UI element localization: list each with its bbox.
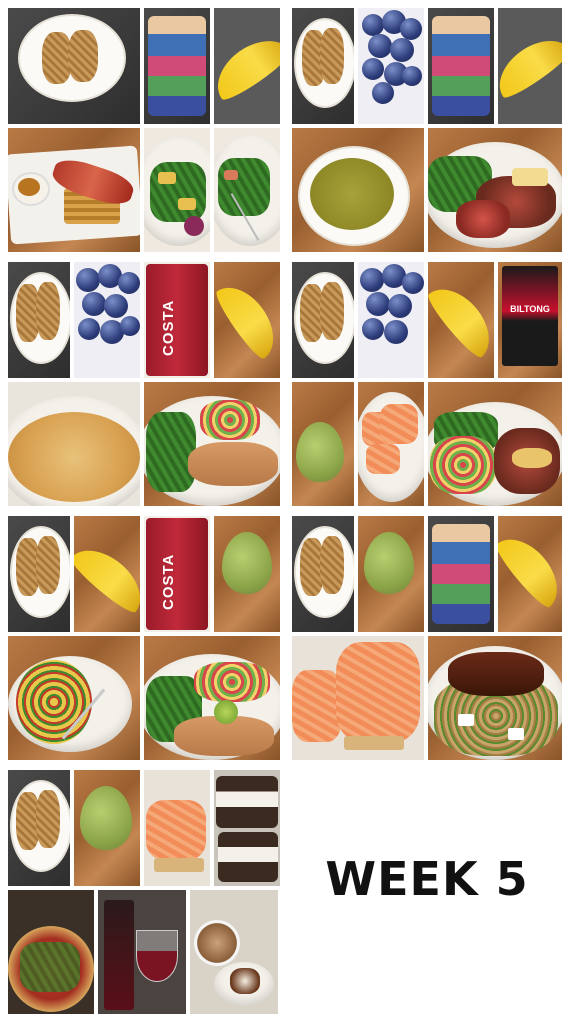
photo-steak-salsa-greens bbox=[428, 382, 562, 506]
photo-porridge-bowl bbox=[292, 516, 354, 632]
photo-pizza-restaurant bbox=[8, 890, 94, 1014]
photo-waffles-bacon bbox=[8, 128, 140, 252]
photo-omelette bbox=[8, 382, 140, 506]
photo-fish-broccoli-salsa bbox=[144, 382, 280, 506]
photo-porridge-bowl bbox=[8, 516, 70, 632]
photo-porridge-bowl bbox=[8, 770, 70, 886]
photo-banana bbox=[214, 262, 280, 378]
photo-stir-fry-vegetables bbox=[144, 128, 210, 252]
photo-pear bbox=[292, 382, 354, 506]
photo-pear bbox=[74, 770, 140, 886]
photo-porridge-bowl bbox=[8, 8, 140, 124]
photo-smoked-salmon bbox=[144, 770, 210, 886]
photo-red-wine bbox=[98, 890, 186, 1014]
photo-banana bbox=[498, 516, 562, 632]
biltong-label: BILTONG bbox=[510, 304, 550, 314]
photo-cappuccino-dessert bbox=[190, 890, 278, 1014]
photo-porridge-bowl bbox=[292, 8, 354, 124]
costa-label: COSTA bbox=[160, 553, 177, 610]
photo-salmon-crackers bbox=[358, 382, 424, 506]
week-title: WEEK 5 bbox=[325, 852, 529, 906]
photo-mug bbox=[144, 8, 210, 124]
photo-fish-broccoli-salsa bbox=[144, 636, 280, 760]
photo-pear bbox=[358, 516, 424, 632]
photo-blueberries bbox=[358, 8, 424, 124]
photo-steak-green-beans bbox=[428, 128, 562, 252]
photo-banana bbox=[428, 262, 494, 378]
photo-costa-coffee-cup: COSTA bbox=[144, 516, 210, 632]
photo-costa-coffee-cup: COSTA bbox=[144, 262, 210, 378]
photo-blueberries bbox=[74, 262, 140, 378]
photo-marshmallow-cakes bbox=[214, 770, 280, 886]
costa-label: COSTA bbox=[160, 299, 177, 356]
photo-mug bbox=[428, 8, 494, 124]
photo-frittata-with-fork bbox=[8, 636, 140, 760]
photo-stir-fry-with-fork bbox=[214, 128, 280, 252]
photo-blueberries bbox=[358, 262, 424, 378]
photo-pear bbox=[214, 516, 280, 632]
photo-banana bbox=[74, 516, 140, 632]
photo-porridge-bowl bbox=[292, 262, 354, 378]
photo-biltong-packet: BILTONG bbox=[498, 262, 562, 378]
photo-pea-soup bbox=[292, 128, 424, 252]
photo-banana bbox=[498, 8, 562, 124]
photo-porridge-bowl bbox=[8, 262, 70, 378]
photo-banana bbox=[214, 8, 280, 124]
photo-mug bbox=[428, 516, 494, 632]
photo-lamb-couscous bbox=[428, 636, 562, 760]
photo-smoked-salmon bbox=[292, 636, 424, 760]
